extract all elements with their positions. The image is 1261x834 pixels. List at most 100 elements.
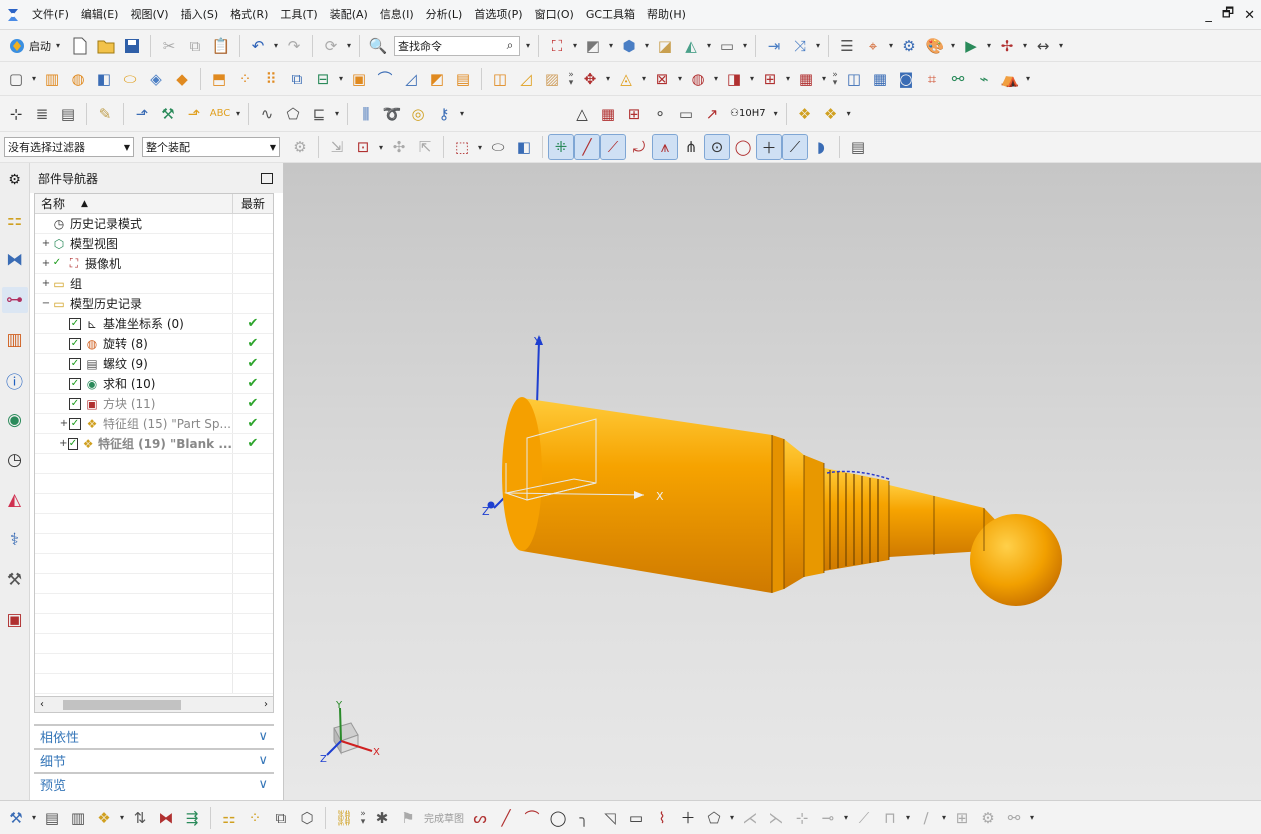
offset-face-icon[interactable]: ◫ <box>488 67 512 91</box>
move-object-icon[interactable]: ⇥ <box>762 34 786 58</box>
hole-icon[interactable]: ◈ <box>144 67 168 91</box>
finish-sketch-icon[interactable]: ⚑ <box>396 806 420 830</box>
revolved-part[interactable]: X <box>502 397 1062 606</box>
pad-icon[interactable]: ⬒ <box>207 67 231 91</box>
line-icon[interactable]: ╱ <box>494 806 518 830</box>
expand-toggle-icon[interactable]: + <box>41 238 51 249</box>
analysis-icon[interactable]: ⚙ <box>897 34 921 58</box>
subtract-icon[interactable]: ⊟ <box>311 67 335 91</box>
point-constructor-icon[interactable]: ▤ <box>846 135 870 159</box>
name-column-header[interactable]: 名称 ▲ <box>35 194 233 213</box>
selection-intent-icon[interactable]: ⊡ <box>351 135 375 159</box>
type-filter-select[interactable]: 没有选择过滤器 ▼ <box>4 137 134 157</box>
roles-settings-icon[interactable]: ⚙ <box>2 167 28 193</box>
undo-icon[interactable]: ↶ <box>246 34 270 58</box>
thread-icon[interactable]: ⫼ <box>354 102 378 126</box>
cylinder-icon[interactable]: ⬭ <box>118 67 142 91</box>
bolt-icon[interactable]: ⚷ <box>432 102 456 126</box>
finish-sketch-label[interactable]: 完成草图 <box>422 810 466 825</box>
menu-item[interactable]: 文件(F) <box>26 0 75 30</box>
bridge-surface-icon[interactable]: ⌁ <box>972 67 996 91</box>
assembly-navigator-icon[interactable]: ⚏ <box>2 207 28 233</box>
extract-geometry-icon[interactable]: ⚒ <box>156 102 180 126</box>
face-blend-icon[interactable]: ⛺ <box>998 67 1022 91</box>
menu-item[interactable]: GC工具箱 <box>580 0 641 30</box>
profile-icon[interactable]: ᔕ <box>468 806 492 830</box>
pull-face-icon[interactable]: ◬ <box>614 67 638 91</box>
tree-node[interactable]: ◷ 历史记录模式 <box>35 214 273 234</box>
fit-view-icon[interactable]: ⛶ <box>545 34 569 58</box>
menu-item[interactable]: 窗口(O) <box>529 0 580 30</box>
pattern-curve-icon[interactable]: ⋋ <box>764 806 788 830</box>
replace-component-icon[interactable]: ⧉ <box>269 806 293 830</box>
rapid-dimension-icon[interactable]: ⊓ <box>878 806 902 830</box>
shell-icon[interactable]: ▣ <box>347 67 371 91</box>
boss-icon[interactable]: ◆ <box>170 67 194 91</box>
wcs-icon[interactable]: ⌖ <box>861 34 885 58</box>
menu-item[interactable]: 帮助(H) <box>641 0 692 30</box>
datum-csys-icon[interactable]: ▤ <box>56 102 80 126</box>
add-component-icon[interactable]: ❖ <box>92 806 116 830</box>
text-icon[interactable]: ABC <box>208 102 232 126</box>
spring-icon[interactable]: ➰ <box>380 102 404 126</box>
visibility-checkbox[interactable]: ✓ <box>67 437 79 450</box>
render-style-icon[interactable]: ⬢ <box>617 34 641 58</box>
tree-node[interactable]: + ✓ ❖ 特征组 (19) "Blank ... ✔ <box>35 434 273 454</box>
chamfer-icon[interactable]: ◿ <box>399 67 423 91</box>
preview-panel[interactable]: 预览 ∨ <box>34 772 274 794</box>
thicken-icon[interactable]: ◿ <box>514 67 538 91</box>
swept-icon[interactable]: ◙ <box>894 67 918 91</box>
fillet-icon[interactable]: ╮ <box>572 806 596 830</box>
layer-settings-icon[interactable]: ▭ <box>715 34 739 58</box>
replace-face-icon[interactable]: ◍ <box>686 67 710 91</box>
menu-item[interactable]: 信息(I) <box>374 0 420 30</box>
exploded-view-icon[interactable]: ⇶ <box>180 806 204 830</box>
details-panel[interactable]: 细节 ∨ <box>34 748 274 770</box>
search-icon[interactable]: ⌕ <box>501 38 519 53</box>
snap-icon[interactable]: ✣ <box>387 135 411 159</box>
minimize-button[interactable]: _ <box>1205 8 1212 23</box>
components-icon[interactable]: ❖ <box>819 102 843 126</box>
draft-icon[interactable]: ◩ <box>425 67 449 91</box>
n-sided-icon[interactable]: ⌗ <box>920 67 944 91</box>
menu-item[interactable]: 格式(R) <box>224 0 274 30</box>
body-filter-icon[interactable]: ◧ <box>512 135 536 159</box>
find-command-input[interactable]: 查找命令 ⌕ <box>394 35 520 56</box>
move-component-icon[interactable]: ⇅ <box>128 806 152 830</box>
pattern-icon[interactable]: ⁘ <box>233 67 257 91</box>
tree-node[interactable]: ✓ ◉ 求和 (10) ✔ <box>35 374 273 394</box>
wave-link-icon[interactable]: ⬏ <box>130 102 154 126</box>
resize-blend-icon[interactable]: ◨ <box>722 67 746 91</box>
sketch-icon[interactable]: ▢ <box>4 67 28 91</box>
promote-body-icon[interactable]: ⬏ <box>182 102 206 126</box>
drawing-icon[interactable]: ▥ <box>66 806 90 830</box>
tree-node[interactable]: − ▭ 模型历史记录 <box>35 294 273 314</box>
offset-curve-icon[interactable]: ⋌ <box>738 806 762 830</box>
reuse-library-icon[interactable]: ▥ <box>2 327 28 353</box>
table-icon[interactable]: ▦ <box>596 102 620 126</box>
chain-icon[interactable]: ⛓ <box>332 806 356 830</box>
note-icon[interactable]: ▭ <box>674 102 698 126</box>
view-orient-icon[interactable]: ◩ <box>581 34 605 58</box>
control-point-icon[interactable]: ⤾ <box>627 135 651 159</box>
pattern-component-icon[interactable]: ⁘ <box>243 806 267 830</box>
circle-icon[interactable]: ◯ <box>546 806 570 830</box>
menu-item[interactable]: 工具(T) <box>274 0 323 30</box>
studio-surface-icon[interactable]: ⚯ <box>946 67 970 91</box>
graphics-window[interactable]: Y Z X Y X Z <box>284 163 1261 800</box>
constraint-navigator-icon[interactable]: ⧓ <box>2 247 28 273</box>
align-icon[interactable]: ✢ <box>995 34 1019 58</box>
fit-tolerance-icon[interactable]: ⚇10H7 <box>726 102 770 126</box>
point-on-face-icon[interactable]: ◗ <box>809 135 833 159</box>
background-icon[interactable]: ◭ <box>679 34 703 58</box>
visibility-checkbox[interactable]: ✓ <box>69 417 81 430</box>
components-browser-icon[interactable]: ▤ <box>40 806 64 830</box>
trim-body-icon[interactable]: ▤ <box>451 67 475 91</box>
tree-node[interactable]: + ✓ ⛶ 摄像机 <box>35 254 273 274</box>
arc-center-icon[interactable]: ⊙ <box>704 134 730 160</box>
attributes-icon[interactable]: ✎ <box>93 102 117 126</box>
relations-browser-icon[interactable]: ⚙ <box>976 806 1000 830</box>
scroll-thumb[interactable] <box>63 699 181 710</box>
menu-item[interactable]: 首选项(P) <box>468 0 528 30</box>
point-on-curve-icon[interactable]: ⟋ <box>782 134 808 160</box>
